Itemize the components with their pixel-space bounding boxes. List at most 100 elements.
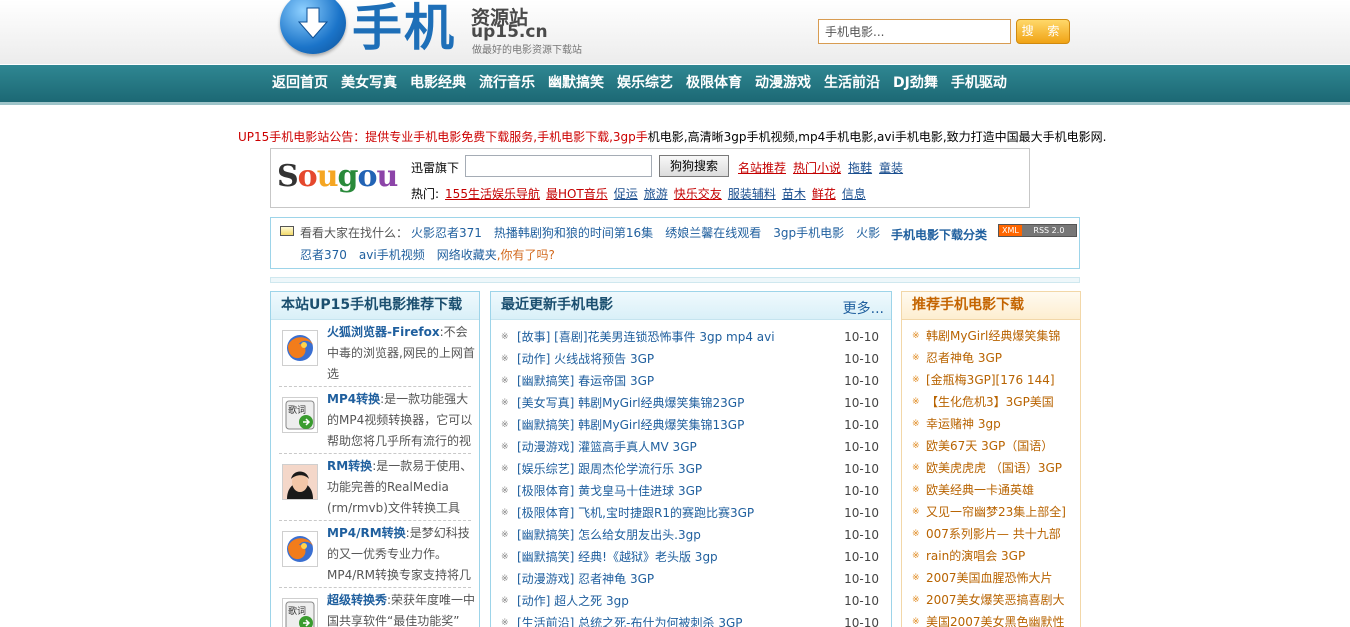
- sogou-hot-link[interactable]: 苗木: [782, 185, 806, 202]
- recommended-movie-item[interactable]: ※ rain的演唱会 3GP: [902, 545, 1080, 567]
- nav-item[interactable]: DJ劲舞: [893, 65, 938, 102]
- movie-title-link[interactable]: [幽默搞笑] 春运帝国 3GP: [517, 374, 654, 388]
- software-title-link[interactable]: MP4/RM转换: [327, 526, 406, 540]
- recommended-movie-item[interactable]: ※ 【生化危机3】3GP美国: [902, 391, 1080, 413]
- movie-title-link[interactable]: 欧美虎虎虎 （国语）3GP: [926, 461, 1062, 475]
- recommended-movie-item[interactable]: ※ 忍者神龟 3GP: [902, 347, 1080, 369]
- recommended-movie-item[interactable]: ※ 007系列影片— 共十九部: [902, 523, 1080, 545]
- nav-item[interactable]: 美女写真: [341, 65, 397, 102]
- recommended-software-item[interactable]: 歌词 超级转换秀:荣获年度唯一中国共享软件“最佳功能奖”: [279, 588, 475, 627]
- sogou-logo[interactable]: Sougou: [277, 159, 398, 194]
- sogou-hot-link[interactable]: 信息: [842, 185, 866, 202]
- ticker-link[interactable]: 火影: [856, 224, 880, 241]
- sogou-hot-link[interactable]: 服装辅料: [728, 185, 776, 202]
- sogou-top-link[interactable]: 拖鞋: [848, 159, 872, 176]
- movie-title-link[interactable]: [动漫游戏] 灌篮高手真人MV 3GP: [517, 440, 697, 454]
- movie-title-link[interactable]: [故事] [喜剧]花美男连锁恐怖事件 3gp mp4 avi: [517, 330, 775, 344]
- sogou-top-link[interactable]: 童装: [879, 159, 903, 176]
- ticker-link[interactable]: 3gp手机电影: [773, 224, 844, 241]
- latest-movie-item[interactable]: ※ [美女写真] 韩剧MyGirl经典爆笑集锦23GP 10-10: [491, 392, 891, 414]
- nav-item[interactable]: 生活前沿: [824, 65, 880, 102]
- firefox-icon[interactable]: [282, 531, 318, 567]
- nav-item[interactable]: 娱乐综艺: [617, 65, 673, 102]
- latest-movie-item[interactable]: ※ [动作] 火线战将预告 3GP 10-10: [491, 348, 891, 370]
- movie-title-link[interactable]: [幽默搞笑] 经典!《越狱》老头版 3gp: [517, 550, 718, 564]
- movie-title-link[interactable]: [娱乐综艺] 跟周杰伦学流行乐 3GP: [517, 462, 702, 476]
- ticker-link[interactable]: 绣娘兰馨在线观看: [665, 224, 761, 241]
- latest-movie-item[interactable]: ※ [娱乐综艺] 跟周杰伦学流行乐 3GP 10-10: [491, 458, 891, 480]
- nav-item[interactable]: 幽默搞笑: [548, 65, 604, 102]
- latest-movie-item[interactable]: ※ [幽默搞笑] 韩剧MyGirl经典爆笑集锦13GP 10-10: [491, 414, 891, 436]
- ticker-link[interactable]: 网络收藏夹: [437, 246, 497, 263]
- ticker-link[interactable]: avi手机视频: [359, 246, 425, 263]
- movie-title-link[interactable]: [极限体育] 黄戈皇马十佳进球 3GP: [517, 484, 702, 498]
- rss-icon[interactable]: XML RSS 2.0: [998, 224, 1077, 237]
- sogou-search-input[interactable]: [465, 155, 652, 177]
- movie-title-link[interactable]: [动作] 火线战将预告 3GP: [517, 352, 654, 366]
- movie-title-link[interactable]: [生活前沿] 总统之死-布什为何被刺杀 3GP: [517, 616, 743, 627]
- ticker-link[interactable]: 热播韩剧狗和狼的时间第16集: [494, 224, 653, 241]
- recommended-movie-item[interactable]: ※ 欧美虎虎虎 （国语）3GP: [902, 457, 1080, 479]
- nav-item[interactable]: 返回首页: [272, 65, 328, 102]
- movie-title-link[interactable]: rain的演唱会 3GP: [926, 549, 1025, 563]
- recommended-movie-item[interactable]: ※ 美国2007美女黑色幽默性: [902, 611, 1080, 627]
- lyrics-converter-icon[interactable]: 歌词: [282, 397, 318, 433]
- movie-title-link[interactable]: 欧美经典一卡通英雄: [926, 483, 1034, 497]
- movie-title-link[interactable]: 欧美67天 3GP（国语）: [926, 439, 1053, 453]
- latest-movie-item[interactable]: ※ [极限体育] 黄戈皇马十佳进球 3GP 10-10: [491, 480, 891, 502]
- recommended-software-item[interactable]: RM转换:是一款易于使用、功能完善的RealMedia (rm/rmvb)文件转…: [279, 454, 472, 521]
- recommended-movie-item[interactable]: ※ 欧美67天 3GP（国语）: [902, 435, 1080, 457]
- latest-movie-item[interactable]: ※ [动漫游戏] 灌篮高手真人MV 3GP 10-10: [491, 436, 891, 458]
- movie-title-link[interactable]: [极限体育] 飞机,宝时捷跟R1的赛跑比赛3GP: [517, 506, 754, 520]
- movie-title-link[interactable]: 007系列影片— 共十九部: [926, 527, 1061, 541]
- ticker-link[interactable]: 火影忍者371: [411, 224, 482, 241]
- nav-item[interactable]: 手机驱动: [951, 65, 1007, 102]
- movie-title-link[interactable]: [幽默搞笑] 韩剧MyGirl经典爆笑集锦13GP: [517, 418, 744, 432]
- movie-title-link[interactable]: 又见一帘幽梦23集上部全]: [926, 505, 1066, 519]
- movie-title-link[interactable]: 忍者神龟 3GP: [926, 351, 1002, 365]
- recommended-software-item[interactable]: MP4/RM转换:是梦幻科技的又一优秀专业力作。MP4/RM转换专家支持将几: [279, 521, 471, 588]
- movie-title-link[interactable]: 2007美女爆笑恶搞喜剧大: [926, 593, 1065, 607]
- site-search-button[interactable]: 搜 索: [1016, 19, 1070, 44]
- more-link[interactable]: 更多...: [843, 298, 884, 318]
- movie-title-link[interactable]: 【生化危机3】3GP美国: [926, 395, 1054, 409]
- recommended-software-item[interactable]: 火狐浏览器-Firefox:不会中毒的浏览器,网民的上网首选: [279, 320, 475, 387]
- latest-movie-item[interactable]: ※ [极限体育] 飞机,宝时捷跟R1的赛跑比赛3GP 10-10: [491, 502, 891, 524]
- recommended-software-item[interactable]: 歌词 MP4转换:是一款功能强大的MP4视频转换器，它可以帮助您将几乎所有流行的视: [279, 387, 472, 454]
- ticker-link[interactable]: 忍者370: [300, 246, 347, 263]
- nav-item[interactable]: 电影经典: [410, 65, 466, 102]
- software-title-link[interactable]: 超级转换秀: [327, 593, 387, 607]
- sogou-hot-link[interactable]: 促运: [614, 185, 638, 202]
- movie-title-link[interactable]: [幽默搞笑] 怎么给女朋友出头.3gp: [517, 528, 701, 542]
- sogou-hot-link[interactable]: 快乐交友: [674, 185, 722, 202]
- latest-movie-item[interactable]: ※ [幽默搞笑] 经典!《越狱》老头版 3gp 10-10: [491, 546, 891, 568]
- avatar-photo-icon[interactable]: [282, 464, 318, 500]
- movie-title-link[interactable]: 美国2007美女黑色幽默性: [926, 615, 1065, 627]
- movie-title-link[interactable]: [动漫游戏] 忍者神龟 3GP: [517, 572, 654, 586]
- latest-movie-item[interactable]: ※ [幽默搞笑] 春运帝国 3GP 10-10: [491, 370, 891, 392]
- nav-item[interactable]: 流行音乐: [479, 65, 535, 102]
- firefox-icon[interactable]: [282, 330, 318, 366]
- movie-title-link[interactable]: 2007美国血腥恐怖大片: [926, 571, 1053, 585]
- recommended-movie-item[interactable]: ※ 2007美国血腥恐怖大片: [902, 567, 1080, 589]
- movie-title-link[interactable]: 幸运赌神 3gp: [926, 417, 1001, 431]
- sogou-hot-link[interactable]: 最HOT音乐: [546, 185, 608, 202]
- latest-movie-item[interactable]: ※ [动作] 超人之死 3gp 10-10: [491, 590, 891, 612]
- nav-item[interactable]: 动漫游戏: [755, 65, 811, 102]
- recommended-movie-item[interactable]: ※ 幸运赌神 3gp: [902, 413, 1080, 435]
- sogou-top-link[interactable]: 热门小说: [793, 159, 841, 176]
- sogou-top-link[interactable]: 名站推荐: [738, 159, 786, 176]
- latest-movie-item[interactable]: ※ [生活前沿] 总统之死-布什为何被刺杀 3GP 10-10: [491, 612, 891, 627]
- nav-item[interactable]: 极限体育: [686, 65, 742, 102]
- movie-title-link[interactable]: [金瓶梅3GP][176 144]: [926, 373, 1055, 387]
- latest-movie-item[interactable]: ※ [故事] [喜剧]花美男连锁恐怖事件 3gp mp4 avi 10-10: [491, 326, 891, 348]
- sogou-hot-link[interactable]: 旅游: [644, 185, 668, 202]
- sogou-hot-link[interactable]: 155生活娱乐导航: [445, 185, 540, 202]
- lyrics-converter-icon[interactable]: 歌词: [282, 598, 318, 627]
- movie-title-link[interactable]: [动作] 超人之死 3gp: [517, 594, 629, 608]
- category-link[interactable]: 手机电影下载分类: [891, 226, 987, 243]
- software-title-link[interactable]: 火狐浏览器-Firefox: [327, 325, 440, 339]
- recommended-movie-item[interactable]: ※ 欧美经典一卡通英雄: [902, 479, 1080, 501]
- recommended-movie-item[interactable]: ※ [金瓶梅3GP][176 144]: [902, 369, 1080, 391]
- recommended-movie-item[interactable]: ※ 韩剧MyGirl经典爆笑集锦: [902, 325, 1080, 347]
